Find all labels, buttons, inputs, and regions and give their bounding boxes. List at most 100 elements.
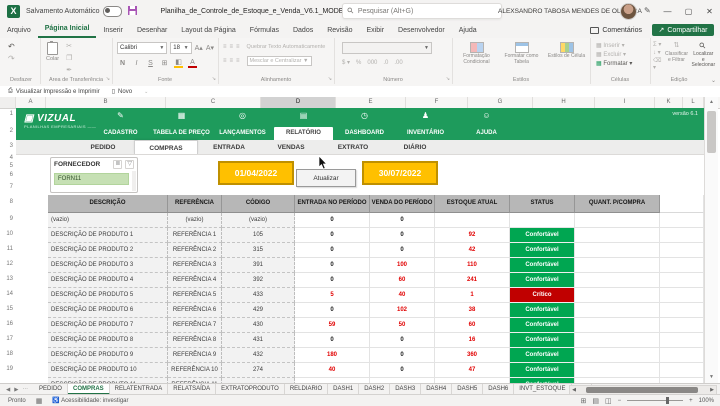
cell-estoque[interactable]: 110 [435, 258, 510, 273]
ribbon-tab-dados[interactable]: Dados [286, 24, 320, 38]
cell-referencia[interactable]: REFERÊNCIA 6 [168, 303, 222, 318]
nav-item-lancamentos[interactable]: ◎LANÇAMENTOS [212, 108, 273, 140]
row-header-4[interactable]: 4 [0, 155, 13, 161]
cell-descricao[interactable]: DESCRIÇÃO DE PRODUTO 2 [48, 243, 168, 258]
minimize-button[interactable]: — [657, 0, 678, 22]
cell-venda[interactable]: 0 [370, 348, 435, 363]
font-name-select[interactable]: Calibri▼ [117, 42, 167, 54]
cell-venda[interactable]: 0 [370, 363, 435, 378]
italic-button[interactable]: I [132, 60, 141, 67]
align-left-icon[interactable]: ≡ [223, 56, 227, 66]
conditional-formatting-button[interactable]: Formatação Condicional [454, 42, 499, 65]
cell-descricao[interactable]: DESCRIÇÃO DE PRODUTO 8 [48, 333, 168, 348]
cell-venda[interactable]: 50 [370, 318, 435, 333]
row-header-18[interactable]: 18 [0, 351, 13, 357]
zoom-out-icon[interactable]: − [618, 398, 622, 404]
cell-estoque[interactable]: 60 [435, 318, 510, 333]
cell-quant[interactable] [575, 288, 660, 303]
decrease-decimal-icon[interactable]: .00 [394, 60, 402, 66]
row-header-2[interactable]: 2 [0, 128, 13, 134]
table-col-status[interactable]: STATUS [510, 195, 575, 213]
ribbon-tab-layout-da-pagina[interactable]: Layout da Página [174, 24, 243, 38]
column-header-a[interactable]: A [16, 97, 46, 108]
cell-codigo[interactable]: 105 [222, 228, 295, 243]
nav-item-ajuda[interactable]: ☺AJUDA [456, 108, 517, 140]
cell-entrada[interactable]: 0 [295, 228, 370, 243]
close-button[interactable]: ✕ [699, 0, 720, 22]
avatar[interactable] [620, 3, 637, 20]
table-col-venda-do-periodo[interactable]: VENDA DO PERÍODO [370, 195, 435, 213]
nav-item-cadastro[interactable]: ✎CADASTRO [90, 108, 151, 140]
cell-codigo[interactable]: 432 [222, 348, 295, 363]
cell-entrada[interactable]: 0 [295, 243, 370, 258]
cell-referencia[interactable]: REFERÊNCIA 7 [168, 318, 222, 333]
select-all-corner[interactable] [0, 97, 16, 108]
atualizar-button[interactable]: Atualizar [296, 169, 356, 187]
sheet-nav-right-icon[interactable]: ▶ [14, 387, 18, 393]
cell-descricao[interactable]: DESCRIÇÃO DE PRODUTO 6 [48, 303, 168, 318]
row-header-3[interactable]: 3 [0, 143, 13, 149]
search-input[interactable]: ⚲ Pesquisar (Alt+G) [342, 3, 502, 19]
cell-quant[interactable] [575, 243, 660, 258]
increase-decimal-icon[interactable]: .0 [383, 60, 388, 66]
table-col-referencia[interactable]: REFERÊNCIA [168, 195, 222, 213]
report-tab-diario[interactable]: DIÁRIO [384, 140, 446, 154]
cell-status[interactable]: Confortável [510, 363, 575, 378]
slicer-item-forn11[interactable]: FORN11 [54, 173, 129, 185]
horizontal-scroll-thumb[interactable] [586, 387, 698, 393]
percent-format-icon[interactable]: % [356, 60, 361, 66]
nav-item-tabela-de-preco[interactable]: ▦TABELA DE PREÇO [151, 108, 212, 140]
toggle-pill-icon[interactable] [103, 6, 122, 17]
report-tab-compras[interactable]: COMPRAS [134, 140, 198, 154]
cell-quant[interactable] [575, 333, 660, 348]
cell-codigo[interactable]: 429 [222, 303, 295, 318]
zoom-level[interactable]: 100% [699, 398, 714, 404]
column-header-g[interactable]: G [468, 97, 533, 108]
cell-estoque[interactable]: 16 [435, 333, 510, 348]
merge-center-button[interactable]: Mesclar e Centralizar ▼ [247, 56, 312, 66]
column-header-b[interactable]: B [46, 97, 166, 108]
currency-format-icon[interactable]: $ ▾ [342, 59, 350, 66]
clear-icon[interactable]: ⌫ ▾ [653, 57, 661, 71]
cell-codigo[interactable]: 391 [222, 258, 295, 273]
zoom-in-icon[interactable]: + [689, 398, 693, 404]
cell-quant[interactable] [575, 363, 660, 378]
maximize-button[interactable]: ▢ [678, 0, 699, 22]
cell-referencia[interactable]: REFERÊNCIA 1 [168, 228, 222, 243]
table-col-entrada-no-periodo[interactable]: ENTRADA NO PERÍODO [295, 195, 370, 213]
cell-codigo[interactable]: 430 [222, 318, 295, 333]
cell-descricao[interactable]: DESCRIÇÃO DE PRODUTO 5 [48, 288, 168, 303]
hscroll-left-icon[interactable]: ◀ [570, 387, 578, 393]
underline-button[interactable]: S [146, 60, 155, 67]
new-file-button[interactable]: ▯ Novo [112, 88, 132, 95]
row-header-13[interactable]: 13 [0, 276, 13, 282]
autosum-icon[interactable]: Σ ▾ [653, 41, 661, 48]
cell-entrada[interactable]: 0 [295, 213, 370, 228]
page-layout-view-icon[interactable]: ▤ [592, 397, 599, 405]
ribbon-tab-arquivo[interactable]: Arquivo [0, 24, 38, 38]
cell-styles-button[interactable]: Estilos de Célula [544, 42, 589, 65]
wrap-text-button[interactable]: Quebrar Texto Automaticamente [247, 44, 326, 50]
increase-font-icon[interactable]: A▴ [195, 44, 203, 52]
cell-status[interactable]: Confortável [510, 333, 575, 348]
sheet-nav-more-icon[interactable]: ⋯ [22, 387, 28, 393]
cell-entrada[interactable]: 0 [295, 333, 370, 348]
cell-status[interactable]: Confortável [510, 228, 575, 243]
decrease-font-icon[interactable]: A▾ [206, 44, 214, 52]
table-col-descricao[interactable]: DESCRIÇÃO [48, 195, 168, 213]
vertical-scrollbar[interactable]: ▲ ▼ [704, 97, 718, 383]
edit-pen-icon[interactable]: ✎ [644, 6, 651, 15]
cell-estoque[interactable]: 42 [435, 243, 510, 258]
cell-entrada[interactable]: 0 [295, 258, 370, 273]
number-dialog-launcher-icon[interactable]: ↘ [446, 76, 450, 82]
autosave-toggle[interactable]: Salvamento Automático [26, 6, 122, 17]
cell-referencia[interactable]: REFERÊNCIA 10 [168, 363, 222, 378]
column-header-d[interactable]: D [261, 97, 336, 108]
nav-item-dashboard[interactable]: ◷DASHBOARD [334, 108, 395, 140]
cell-status[interactable]: Confortável [510, 303, 575, 318]
column-header-c[interactable]: C [166, 97, 261, 108]
column-header-f[interactable]: F [406, 97, 468, 108]
normal-view-icon[interactable]: ⊞ [580, 397, 586, 405]
font-dialog-launcher-icon[interactable]: ↘ [212, 76, 216, 82]
undo-icon[interactable]: ↶ [8, 42, 40, 52]
